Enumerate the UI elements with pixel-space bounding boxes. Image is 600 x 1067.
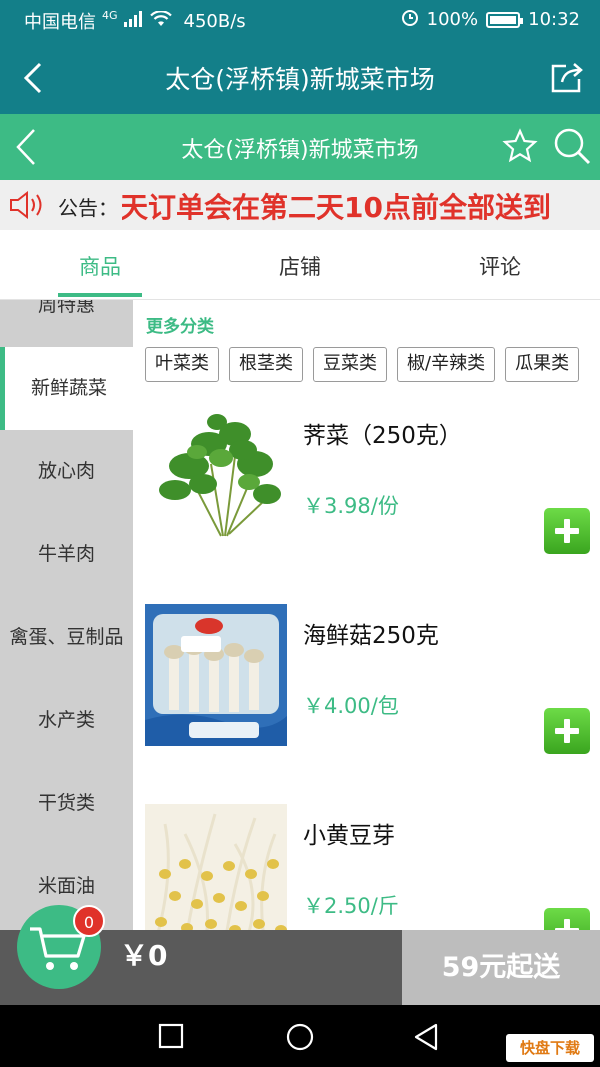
sidebar-item-beef-lamb[interactable]: 牛羊肉 (0, 513, 133, 596)
search-icon[interactable] (552, 126, 592, 170)
add-to-cart-button[interactable] (544, 908, 590, 930)
carrier-label: 中国电信 (24, 12, 96, 33)
tab-bar: 商品 店铺 评论 (0, 230, 600, 300)
alarm-icon (401, 8, 419, 31)
chip-bean[interactable]: 豆菜类 (313, 347, 387, 382)
product-name: 荠菜（250克） (303, 423, 462, 449)
sidebar-item-fresh-vegetables[interactable]: 新鲜蔬菜 (0, 347, 133, 430)
favorite-star-icon[interactable] (502, 128, 538, 168)
app-screen: 中国电信 4G 450B/s 100% 10:32 太仓(浮桥镇)新城菜市场 太… (0, 0, 600, 1067)
home-icon[interactable] (285, 1022, 315, 1056)
chip-leafy[interactable]: 叶菜类 (145, 347, 219, 382)
watermark-logo: 快盘下载 (506, 1034, 594, 1062)
sidebar-item-weekly-deals[interactable]: 周特惠 (0, 300, 133, 347)
announcement-label: 公告： (58, 196, 118, 220)
sidebar-item-eggs-tofu[interactable]: 禽蛋、豆制品 (0, 596, 133, 679)
signal-icon (123, 10, 144, 32)
product-image (145, 404, 287, 546)
cart-count-badge: 0 (73, 905, 105, 937)
battery-percent: 100% (426, 9, 479, 30)
sidebar-item-seafood[interactable]: 水产类 (0, 679, 133, 762)
chip-root[interactable]: 根茎类 (229, 347, 303, 382)
product-price: ￥4.00/包 (303, 694, 399, 718)
tab-label: 店铺 (279, 255, 321, 279)
more-categories-label[interactable]: 更多分类 (146, 312, 214, 337)
active-tab-indicator (58, 293, 142, 297)
minimum-order-button[interactable]: 59元起送 (402, 930, 600, 1005)
store-header: 太仓(浮桥镇)新城菜市场 (0, 114, 600, 180)
status-bar: 中国电信 4G 450B/s 100% 10:32 (0, 0, 600, 40)
cart-total: ￥0 (120, 939, 168, 972)
add-to-cart-button[interactable] (544, 708, 590, 754)
product-price: ￥3.98/份 (303, 494, 399, 518)
wifi-icon (149, 9, 172, 32)
product-list-panel: 更多分类 叶菜类 根茎类 豆菜类 椒/辛辣类 瓜果类 荠菜（250克） ￥3.9… (133, 300, 600, 930)
recent-apps-icon[interactable] (157, 1022, 185, 1054)
tab-products[interactable]: 商品 (0, 230, 200, 299)
tab-store[interactable]: 店铺 (200, 230, 400, 299)
subcategory-chips: 叶菜类 根茎类 豆菜类 椒/辛辣类 瓜果类 (145, 347, 600, 383)
product-name: 小黄豆芽 (303, 823, 395, 849)
announcement-text: 当天订单会在第二天10点前全部送到 (122, 191, 551, 224)
announcement-bar: 公告： 当天订单会在第二天10点前全部送到 (0, 180, 600, 230)
page-title: 太仓(浮桥镇)新城菜市场 (165, 65, 435, 94)
battery-icon (486, 11, 524, 28)
chip-melon[interactable]: 瓜果类 (505, 347, 580, 382)
product-item[interactable]: 小黄豆芽 ￥2.50/斤 (133, 804, 600, 930)
sidebar-item-meat[interactable]: 放心肉 (0, 430, 133, 513)
network-speed: 450B/s (183, 10, 246, 32)
tab-reviews[interactable]: 评论 (400, 230, 600, 299)
app-header: 太仓(浮桥镇)新城菜市场 (0, 40, 600, 114)
clock: 10:32 (528, 9, 580, 30)
back-icon[interactable] (412, 1022, 440, 1056)
chip-pepper[interactable]: 椒/辛辣类 (397, 347, 496, 382)
speaker-icon (8, 190, 48, 223)
network-type: 4G (102, 8, 118, 22)
product-price: ￥2.50/斤 (303, 894, 399, 918)
add-to-cart-button[interactable] (544, 508, 590, 554)
product-image (145, 804, 287, 930)
sidebar-item-dry-goods[interactable]: 干货类 (0, 762, 133, 845)
product-item[interactable]: 海鲜菇250克 ￥4.00/包 (133, 604, 600, 802)
share-icon[interactable] (550, 62, 584, 98)
category-sidebar: 周特惠 新鲜蔬菜 放心肉 牛羊肉 禽蛋、豆制品 水产类 干货类 米面油 (0, 300, 133, 930)
product-item[interactable]: 荠菜（250克） ￥3.98/份 (133, 404, 600, 602)
product-name: 海鲜菇250克 (303, 623, 439, 649)
product-image (145, 604, 287, 746)
tab-label: 商品 (79, 255, 121, 279)
tab-label: 评论 (479, 255, 521, 279)
announcement-marquee: 当天订单会在第二天10点前全部送到 (122, 186, 600, 224)
